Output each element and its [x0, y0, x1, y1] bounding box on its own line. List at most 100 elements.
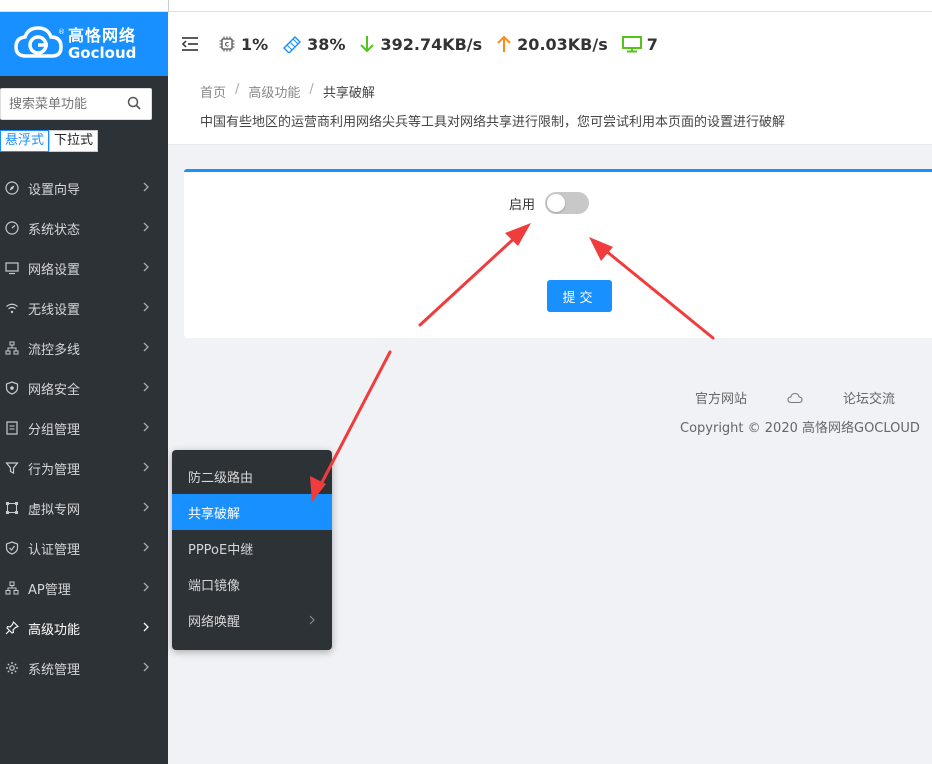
chevron-right-icon — [142, 621, 150, 637]
chevron-right-icon — [142, 461, 150, 477]
sidebar-item-label: AP管理 — [28, 582, 71, 598]
chevron-right-icon — [142, 421, 150, 437]
filter-icon — [4, 460, 20, 476]
mode-float-button[interactable]: 悬浮式 — [0, 130, 50, 152]
submenu-item-label: PPPoE中继 — [188, 542, 254, 558]
sidebar-item-label: 高级功能 — [28, 622, 81, 638]
sidebar-item-ap-management[interactable]: AP管理 — [0, 568, 168, 608]
submenu-item-anti-secondary-router[interactable]: 防二级路由 — [172, 458, 332, 494]
upload-rate: 20.03KB/s — [496, 35, 608, 54]
chevron-right-icon — [142, 541, 150, 557]
chevron-right-icon — [308, 614, 316, 630]
sidebar-item-label: 虚拟专网 — [28, 502, 81, 518]
svg-text:®: ® — [58, 28, 65, 36]
forum-link[interactable]: 论坛交流 — [843, 388, 895, 407]
network-tree-icon — [4, 340, 20, 356]
sidebar-toggle-icon[interactable] — [180, 34, 200, 54]
search-icon[interactable] — [127, 96, 141, 114]
sidebar-item-label: 无线设置 — [28, 302, 81, 318]
sidebar-item-label: 分组管理 — [28, 422, 81, 438]
group-icon — [4, 420, 20, 436]
memory-usage: 38% — [282, 35, 345, 54]
sidebar-item-label: 行为管理 — [28, 462, 81, 478]
official-site-link[interactable]: 官方网站 — [695, 388, 747, 407]
pin-icon — [4, 620, 20, 636]
submenu-item-share-crack[interactable]: 共享破解 — [172, 494, 332, 530]
submenu-item-label: 网络唤醒 — [188, 614, 241, 630]
sidebar-item-behavior-management[interactable]: 行为管理 — [0, 448, 168, 488]
chevron-right-icon — [142, 581, 150, 597]
gauge-icon — [4, 220, 20, 236]
chevron-right-icon — [142, 261, 150, 277]
memory-icon — [282, 35, 302, 53]
top-header: C 1% 38% 392.74KB/s 20.03KB/s 7 — [168, 12, 932, 76]
chevron-right-icon — [142, 501, 150, 517]
sidebar-item-label: 认证管理 — [28, 542, 81, 558]
chevron-right-icon — [142, 181, 150, 197]
sidebar-item-vpn[interactable]: 虚拟专网 — [0, 488, 168, 528]
cloud-icon[interactable] — [787, 392, 803, 404]
sidebar-item-label: 设置向导 — [28, 182, 81, 198]
compass-icon — [4, 180, 20, 196]
submenu-item-label: 共享破解 — [188, 506, 241, 522]
search-input[interactable] — [1, 89, 117, 119]
breadcrumb-current: 共享破解 — [322, 86, 375, 101]
brand-name-en: Gocloud — [68, 43, 137, 62]
breadcrumb-separator: / — [235, 82, 240, 97]
sidebar-item-network-security[interactable]: 网络安全 — [0, 368, 168, 408]
upload-value: 20.03KB/s — [517, 34, 608, 54]
memory-value: 38% — [307, 34, 346, 54]
page-description: 中国有些地区的运营商利用网络尖兵等工具对网络共享进行限制，您可尝试利用本页面的设… — [200, 115, 786, 130]
menu-search — [0, 88, 152, 120]
sidebar-item-label: 流控多线 — [28, 342, 81, 358]
sidebar: ® 高恪网络 Gocloud 悬浮式 下拉式 设置向导 系统状态 网络设置 — [0, 12, 168, 764]
sidebar-item-flow-control[interactable]: 流控多线 — [0, 328, 168, 368]
vpn-icon — [4, 500, 20, 516]
settings-card: 启用 提交 — [184, 169, 932, 338]
clients-value: 7 — [646, 34, 658, 54]
breadcrumb-separator: / — [309, 82, 314, 97]
sidebar-item-wireless-settings[interactable]: 无线设置 — [0, 288, 168, 328]
logo[interactable]: ® 高恪网络 Gocloud — [0, 12, 168, 76]
sidebar-item-auth-management[interactable]: 认证管理 — [0, 528, 168, 568]
submenu-item-wake-on-lan[interactable]: 网络唤醒 — [172, 602, 332, 638]
sidebar-item-group-management[interactable]: 分组管理 — [0, 408, 168, 448]
enable-label: 启用 — [509, 197, 536, 213]
breadcrumb-area: 首页 / 高级功能 / 共享破解 中国有些地区的运营商利用网络尖兵等工具对网络共… — [168, 76, 932, 145]
download-value: 392.74KB/s — [380, 34, 483, 54]
brand-name-cn: 高恪网络 — [68, 25, 137, 45]
cpu-icon: C — [218, 35, 236, 53]
chevron-right-icon — [142, 301, 150, 317]
mode-dropdown-button[interactable]: 下拉式 — [49, 130, 99, 152]
breadcrumb-section[interactable]: 高级功能 — [248, 82, 300, 101]
chevron-right-icon — [142, 341, 150, 357]
copyright-text: Copyright © 2020 高恪网络GOCLOUD — [680, 421, 920, 436]
sidebar-item-advanced[interactable]: 高级功能 — [0, 608, 168, 648]
sidebar-menu: 设置向导 系统状态 网络设置 无线设置 流控多线 网络安全 分组管理 行为管理 … — [0, 168, 168, 688]
sidebar-item-network-settings[interactable]: 网络设置 — [0, 248, 168, 288]
sidebar-item-setup-wizard[interactable]: 设置向导 — [0, 168, 168, 208]
sidebar-item-system-management[interactable]: 系统管理 — [0, 648, 168, 688]
cpu-usage: C 1% — [218, 35, 268, 54]
arrow-up-icon — [496, 35, 512, 53]
wifi-icon — [4, 300, 20, 316]
cloud-logo-icon: ® — [14, 24, 66, 64]
enable-row: 启用 — [509, 192, 590, 214]
enable-toggle[interactable] — [545, 192, 590, 214]
logo-text: 高恪网络 Gocloud — [68, 25, 137, 62]
submenu-item-label: 端口镜像 — [188, 578, 241, 594]
download-rate: 392.74KB/s — [359, 35, 482, 54]
submenu-item-label: 防二级路由 — [188, 470, 254, 486]
chevron-right-icon — [142, 381, 150, 397]
sidebar-item-label: 网络安全 — [28, 382, 81, 398]
online-clients: 7 — [621, 34, 658, 54]
monitor-icon — [621, 35, 642, 53]
arrow-down-icon — [359, 35, 375, 53]
sidebar-item-label: 系统状态 — [28, 222, 81, 238]
sidebar-item-system-status[interactable]: 系统状态 — [0, 208, 168, 248]
submenu-item-pppoe-relay[interactable]: PPPoE中继 — [172, 530, 332, 566]
submit-button[interactable]: 提交 — [547, 280, 612, 312]
submenu-item-port-mirror[interactable]: 端口镜像 — [172, 566, 332, 602]
breadcrumb-home[interactable]: 首页 — [200, 82, 226, 101]
sidebar-item-label: 系统管理 — [28, 662, 81, 678]
